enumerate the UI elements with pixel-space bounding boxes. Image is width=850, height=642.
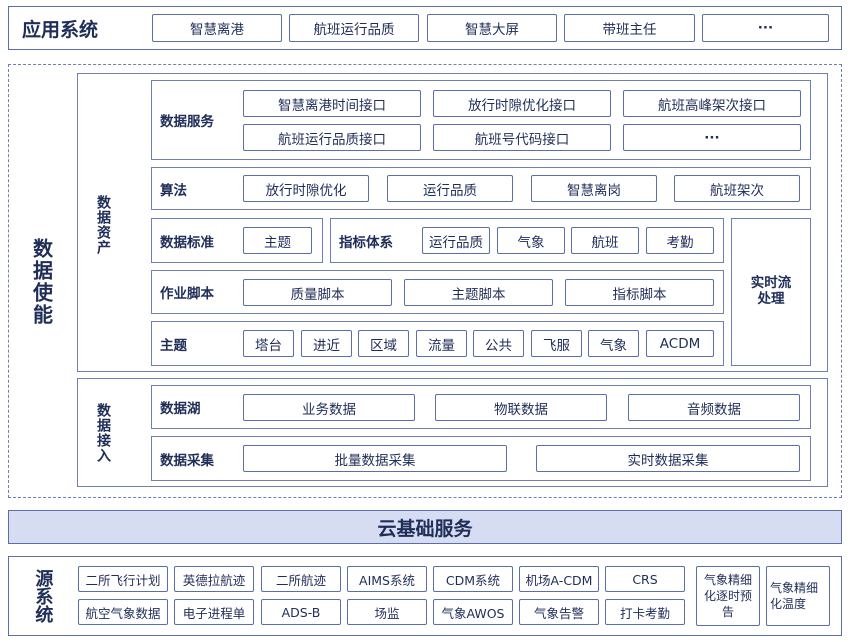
source-indra-track[interactable]: 英德拉航迹: [174, 566, 254, 592]
data-assets-title: 数据资产: [90, 180, 116, 270]
script-topic[interactable]: 主题脚本: [404, 279, 553, 306]
lake-business-data[interactable]: 业务数据: [243, 394, 415, 421]
source-weather-awos[interactable]: 气象AWOS: [433, 599, 513, 625]
api-flight-quality[interactable]: 航班运行品质接口: [243, 124, 421, 151]
algorithm-label: 算法: [160, 182, 187, 199]
source-flight-plan[interactable]: 二所飞行计划: [78, 566, 168, 592]
standard-topic[interactable]: 主题: [243, 227, 312, 254]
api-smart-departure-time[interactable]: 智慧离港时间接口: [243, 90, 421, 117]
algo-run-quality[interactable]: 运行品质: [387, 175, 513, 202]
collection-batch[interactable]: 批量数据采集: [243, 445, 507, 472]
topic-weather[interactable]: 气象: [588, 330, 639, 357]
source-cdm[interactable]: CDM系统: [433, 566, 513, 592]
app-system-title: 应用系统: [22, 18, 99, 41]
topic-approach[interactable]: 进近: [301, 330, 352, 357]
script-quality[interactable]: 质量脚本: [243, 279, 392, 306]
source-aims[interactable]: AIMS系统: [347, 566, 427, 592]
algo-smart-off-duty[interactable]: 智慧离岗: [531, 175, 657, 202]
topic-flight-service[interactable]: 飞服: [531, 330, 582, 357]
indicator-label: 指标体系: [339, 234, 393, 251]
source-weather-hourly-forecast[interactable]: 气象精细化逐时预告: [696, 566, 760, 626]
api-flight-code[interactable]: 航班号代码接口: [433, 124, 611, 151]
topic-acdm[interactable]: ACDM: [646, 330, 714, 357]
data-access-title-text: 数据接入: [95, 403, 112, 463]
source-attendance[interactable]: 打卡考勤: [605, 599, 685, 625]
app-item-flight-quality[interactable]: 航班运行品质: [289, 14, 419, 42]
cloud-infrastructure-bar: 云基础服务: [8, 510, 842, 544]
source-system-title: 源系统: [28, 561, 56, 631]
indicator-run-quality[interactable]: 运行品质: [422, 227, 490, 254]
app-item-more[interactable]: ···: [702, 14, 829, 42]
api-release-slot-opt[interactable]: 放行时隙优化接口: [433, 90, 611, 117]
app-item-smart-screen[interactable]: 智慧大屏: [427, 14, 557, 42]
topic-tower[interactable]: 塔台: [243, 330, 294, 357]
app-item-smart-departure[interactable]: 智慧离港: [152, 14, 282, 42]
source-weather-temperature[interactable]: 气象精细化温度: [766, 566, 830, 626]
source-aviation-weather[interactable]: 航空气象数据: [78, 599, 168, 625]
source-surface-monitor[interactable]: 场监: [347, 599, 427, 625]
data-collection-label: 数据采集: [160, 452, 214, 469]
source-ads-b[interactable]: ADS-B: [261, 599, 341, 625]
collection-realtime[interactable]: 实时数据采集: [536, 445, 800, 472]
indicator-weather[interactable]: 气象: [497, 227, 565, 254]
topic-area[interactable]: 区域: [358, 330, 409, 357]
lake-iot-data[interactable]: 物联数据: [435, 394, 607, 421]
algo-flight-count[interactable]: 航班架次: [674, 175, 800, 202]
source-electronic-strip[interactable]: 电子进程单: [174, 599, 254, 625]
source-system-title-text: 源系统: [32, 569, 54, 623]
topic-label: 主题: [160, 337, 187, 354]
source-crs[interactable]: CRS: [605, 566, 685, 592]
topic-flow[interactable]: 流量: [416, 330, 467, 357]
data-enable-title-text: 数据使能: [29, 238, 54, 326]
api-flight-peak[interactable]: 航班高峰架次接口: [623, 90, 801, 117]
script-indicator[interactable]: 指标脚本: [565, 279, 714, 306]
data-access-title: 数据接入: [90, 390, 116, 476]
app-item-shift-supervisor[interactable]: 带班主任: [564, 14, 695, 42]
data-enable-title: 数据使能: [26, 232, 56, 332]
source-airport-acdm[interactable]: 机场A-CDM: [519, 566, 599, 592]
job-script-label: 作业脚本: [160, 286, 214, 302]
data-assets-title-text: 数据资产: [95, 195, 112, 255]
source-ersuo-track[interactable]: 二所航迹: [261, 566, 341, 592]
api-more[interactable]: ···: [623, 124, 801, 151]
data-service-label: 数据服务: [160, 114, 214, 130]
realtime-stream-label: 实时流处理: [750, 275, 792, 307]
lake-audio-data[interactable]: 音频数据: [628, 394, 800, 421]
indicator-flight[interactable]: 航班: [571, 227, 639, 254]
topic-public[interactable]: 公共: [473, 330, 524, 357]
data-standard-label: 数据标准: [160, 234, 214, 251]
indicator-attendance[interactable]: 考勤: [646, 227, 714, 254]
data-lake-label: 数据湖: [160, 401, 201, 417]
algo-release-slot[interactable]: 放行时隙优化: [243, 175, 369, 202]
source-weather-alert[interactable]: 气象告警: [519, 599, 599, 625]
